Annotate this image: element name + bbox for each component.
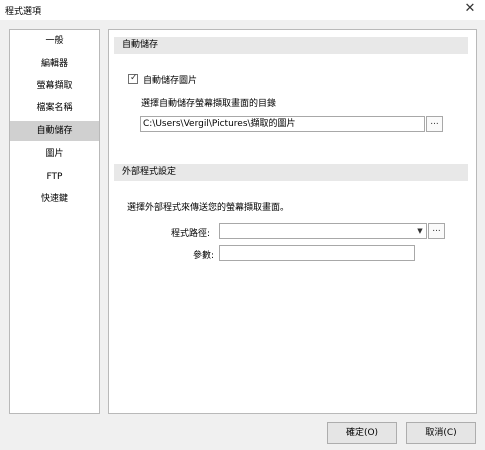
dropdown-arrow-icon[interactable]: ▼ — [414, 224, 426, 238]
sidebar-item-editor[interactable]: 編輯器 — [10, 54, 99, 74]
sidebar-item-ftp[interactable]: FTP — [10, 167, 99, 187]
args-input[interactable] — [219, 245, 415, 261]
settings-panel: 自動儲存 ✓ 自動儲存圖片 選擇自動儲存螢幕擷取畫面的目錄 C:\Users\V… — [108, 29, 477, 414]
sidebar-item-general[interactable]: 一般 — [10, 31, 99, 51]
autosave-dir-input[interactable]: C:\Users\Vergil\Pictures\擷取的圖片 — [140, 116, 425, 132]
close-icon[interactable]: ✕ — [463, 2, 477, 16]
program-path-label: 程式路徑: — [171, 229, 211, 239]
autosave-checkbox[interactable]: ✓ — [128, 73, 138, 84]
autosave-dir-label: 選擇自動儲存螢幕擷取畫面的目錄 — [141, 99, 277, 109]
program-path-browse-button[interactable]: ... — [428, 223, 445, 239]
external-description: 選擇外部程式來傳送您的螢幕擷取畫面。 — [127, 203, 290, 213]
autosave-browse-button[interactable]: ... — [426, 116, 443, 132]
sidebar-item-hotkeys[interactable]: 快速鍵 — [10, 189, 99, 209]
sidebar-item-capture[interactable]: 螢幕擷取 — [10, 76, 99, 96]
sidebar-item-autosave[interactable]: 自動儲存 — [10, 121, 99, 141]
ok-button[interactable]: 確定(O) — [327, 422, 397, 444]
options-sidebar: 一般 編輯器 螢幕擷取 檔案名稱 自動儲存 圖片 FTP 快速鍵 — [9, 29, 100, 414]
title-bar: 程式選項 ✕ — [0, 0, 485, 20]
external-section-header: 外部程式設定 — [114, 164, 468, 181]
autosave-checkbox-label: 自動儲存圖片 — [143, 75, 198, 86]
sidebar-item-image[interactable]: 圖片 — [10, 144, 99, 164]
args-label: 參數: — [193, 251, 215, 261]
autosave-section-header: 自動儲存 — [114, 37, 468, 54]
program-path-combobox[interactable]: ▼ — [219, 223, 427, 239]
window-title: 程式選項 — [5, 7, 42, 17]
checkmark-icon: ✓ — [130, 73, 138, 83]
cancel-button[interactable]: 取消(C) — [406, 422, 476, 444]
sidebar-item-filename[interactable]: 檔案名稱 — [10, 98, 99, 118]
autosave-checkbox-row[interactable]: ✓ 自動儲存圖片 — [128, 72, 197, 86]
